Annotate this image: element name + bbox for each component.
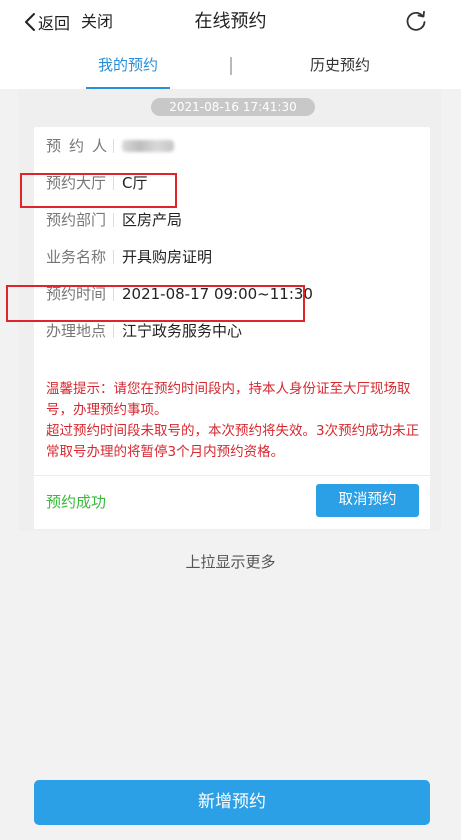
redacted-name-blur (122, 140, 174, 152)
pull-more-hint: 上拉显示更多 (185, 553, 276, 571)
new-appointment-button[interactable]: 新增预约 (34, 780, 430, 825)
tab-divider (230, 57, 232, 75)
row-value: 江宁政务服务中心 (122, 322, 243, 340)
cancel-appointment-button[interactable]: 取消预约 (316, 484, 419, 517)
row-value: 开具购房证明 (122, 248, 213, 266)
page-title: 在线预约 (194, 11, 267, 32)
row-label: 业务名称 (46, 248, 107, 266)
nav-bar: 返回 关闭 在线预约 (0, 0, 461, 45)
card-divider (34, 475, 430, 476)
refresh-icon (404, 10, 428, 38)
row-separator (113, 250, 114, 264)
status-badge: 预约成功 (46, 493, 107, 511)
tab-history-appointments[interactable]: 历史预约 (292, 45, 388, 89)
row-label: 办理地点 (46, 322, 107, 340)
highlight-box-time (6, 285, 305, 322)
notice-line: 温馨提示：请您在预约时间段内，持本人身份证至大厅现场取号，办理预约事项。 (46, 381, 411, 418)
tab-my-appointments[interactable]: 我的预约 (80, 45, 176, 89)
row-separator (113, 324, 114, 338)
row-label: 预约人 (46, 137, 116, 155)
tab-bar: 我的预约 历史预约 (0, 45, 461, 89)
row-label: 预约部门 (46, 211, 107, 229)
timestamp-badge: 2021-08-16 17:41:30 (151, 98, 315, 116)
row-value: 区房产局 (122, 211, 183, 229)
row-department: 预约部门 区房产局 (34, 205, 430, 235)
row-separator (113, 213, 114, 227)
row-separator (113, 139, 114, 153)
notice-line: 超过预约时间段未取号的，本次预约将失效。3次预约成功未正常取号办理的将暂停3个月… (46, 423, 420, 460)
refresh-button[interactable] (404, 10, 428, 34)
row-business: 业务名称 开具购房证明 (34, 242, 430, 272)
notice-text: 温馨提示：请您在预约时间段内，持本人身份证至大厅现场取号，办理预约事项。 超过预… (46, 379, 424, 463)
row-applicant: 预约人 (34, 131, 430, 161)
highlight-box-hall (20, 173, 177, 208)
applicant-name-redacted (122, 135, 174, 158)
